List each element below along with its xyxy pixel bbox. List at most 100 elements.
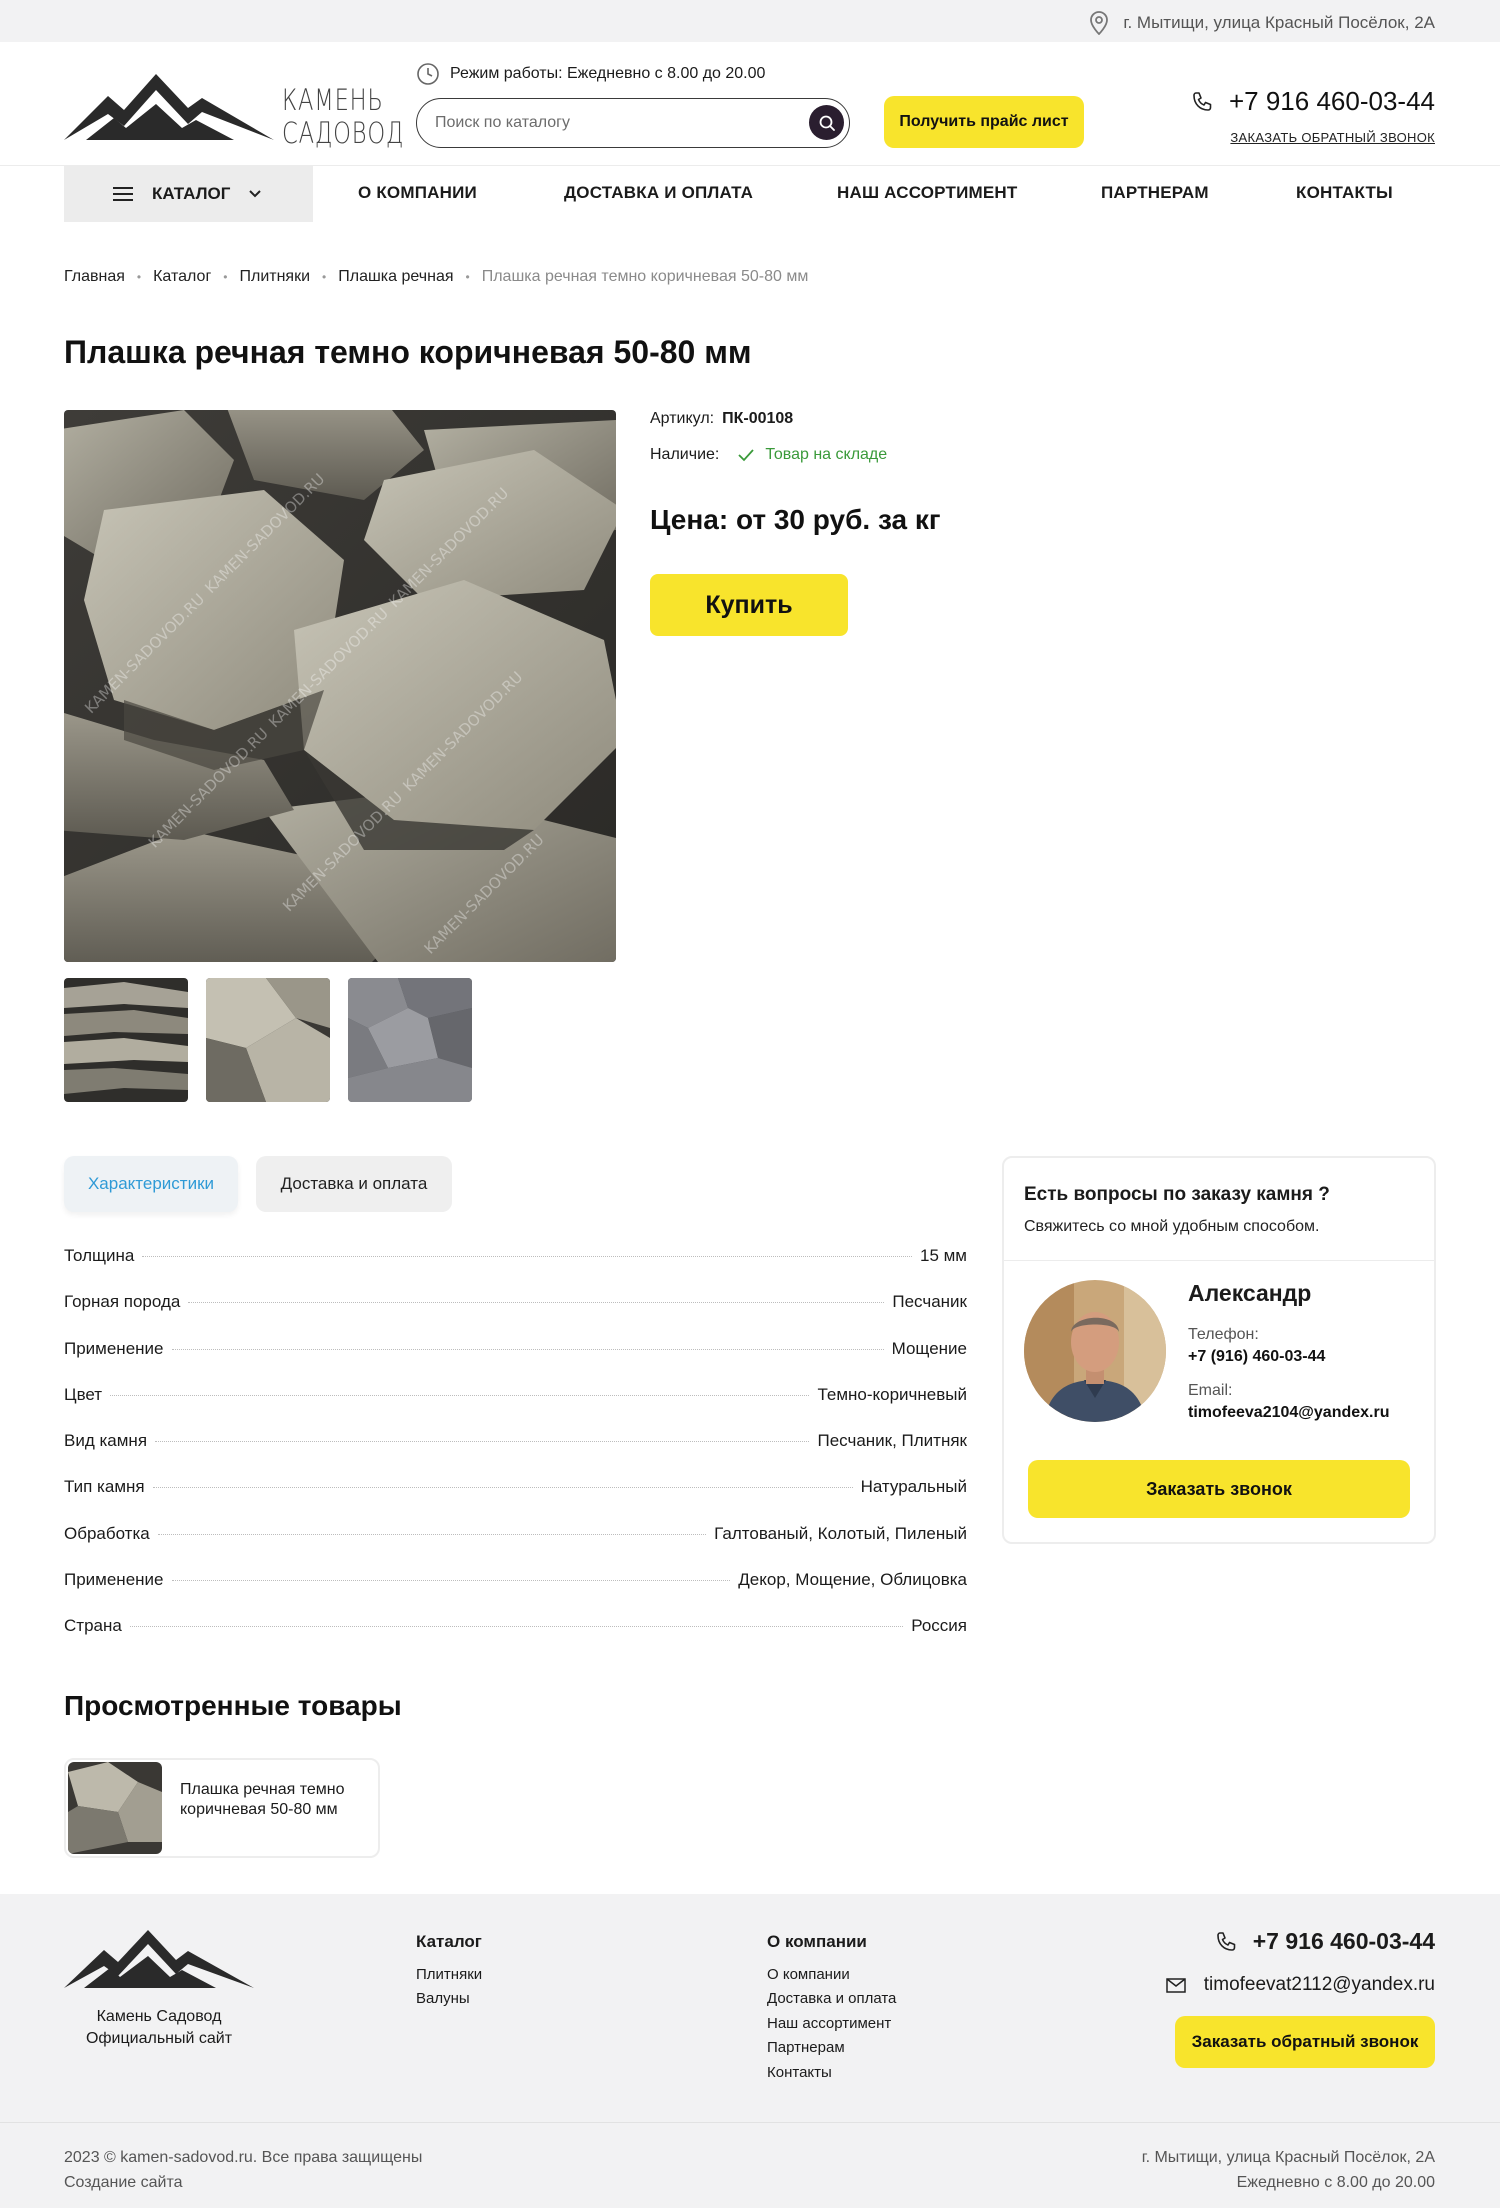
phone-icon xyxy=(1216,1931,1236,1951)
header-phone-number: +7 916 460-03-44 xyxy=(1228,86,1435,116)
search-icon xyxy=(819,115,835,131)
availability-status: Товар на складе xyxy=(737,446,887,464)
footer-address: г. Мытищи, улица Красный Посёлок, 2А xyxy=(1141,2149,1435,2166)
card-subtitle: Свяжитесь со мной удобным способом. xyxy=(1024,1218,1320,1235)
order-call-button[interactable]: Заказать звонок xyxy=(1028,1460,1410,1518)
spec-value: Галтованый, Колотый, Пиленый xyxy=(714,1523,967,1543)
footer-link-partners[interactable]: Партнерам xyxy=(767,2036,896,2061)
get-price-list-button[interactable]: Получить прайс лист xyxy=(884,96,1084,148)
chevron-down-icon xyxy=(249,190,262,198)
breadcrumb-subcategory[interactable]: Плашка речная xyxy=(338,268,453,286)
sku-row: Артикул: ПК-00108 xyxy=(650,410,887,428)
footer-link-contacts[interactable]: Контакты xyxy=(767,2061,896,2086)
footer-catalog-heading: Каталог xyxy=(416,1932,482,1951)
spec-name: Горная порода xyxy=(64,1292,181,1312)
phone-icon xyxy=(1193,91,1212,111)
logo[interactable]: КАМЕНЬ САДОВОД xyxy=(64,62,403,152)
spec-row: Применение Мощение xyxy=(64,1339,967,1385)
spec-value: Темно-коричневый xyxy=(817,1384,967,1404)
logo-line2: САДОВОД xyxy=(282,116,405,150)
viewed-product-image xyxy=(68,1762,162,1854)
buy-button[interactable]: Купить xyxy=(650,574,848,636)
viewed-product-card[interactable]: Плашка речная темно коричневая 50-80 мм xyxy=(64,1758,380,1858)
product-info: Артикул: ПК-00108 Наличие: Товар на скла… xyxy=(650,410,887,482)
spec-value: Песчаник, Плитняк xyxy=(817,1431,967,1451)
viewed-products-title: Просмотренные товары xyxy=(64,1690,402,1721)
product-thumbnail-2[interactable] xyxy=(206,978,330,1102)
footer-brand: Камень Садовод Официальный сайт xyxy=(64,2006,254,2050)
tab-delivery-payment[interactable]: Доставка и оплата xyxy=(256,1156,452,1212)
footer-hours: Ежедневно с 8.00 до 20.00 xyxy=(1236,2174,1435,2191)
footer-link-delivery[interactable]: Доставка и оплата xyxy=(767,1987,896,2012)
footer-callback-button[interactable]: Заказать обратный звонок xyxy=(1175,2016,1435,2068)
availability-label: Наличие: xyxy=(650,446,720,463)
avatar xyxy=(1024,1280,1166,1422)
tab-characteristics[interactable]: Характеристики xyxy=(64,1156,238,1212)
breadcrumb: Главная • Каталог • Плитняки • Плашка ре… xyxy=(64,268,808,286)
product-thumbnail-3[interactable] xyxy=(348,978,472,1102)
spec-dots xyxy=(152,1487,853,1489)
spec-dots xyxy=(110,1394,810,1396)
phone-label: Телефон: xyxy=(1188,1326,1259,1343)
breadcrumb-category[interactable]: Плитняки xyxy=(239,268,310,286)
site-creation-link[interactable]: Создание сайта xyxy=(64,2170,422,2195)
manager-contact-card: Есть вопросы по заказу камня ? Свяжитесь… xyxy=(1002,1156,1436,1544)
nav-item-partners[interactable]: ПАРТНЕРАМ xyxy=(1101,183,1209,203)
sku-value: ПК-00108 xyxy=(722,410,794,427)
spec-name: Обработка xyxy=(64,1523,150,1543)
spec-name: Вид камня xyxy=(64,1431,148,1451)
spec-row: Тип камня Натуральный xyxy=(64,1477,967,1523)
product-thumbnail-1[interactable] xyxy=(64,978,188,1102)
manager-phone[interactable]: +7 (916) 460-03-44 xyxy=(1188,1348,1325,1366)
header-phone[interactable]: +7 916 460-03-44 xyxy=(1191,86,1435,117)
spec-value: 15 мм xyxy=(919,1246,967,1265)
footer-brand-line2: Официальный сайт xyxy=(85,2030,233,2047)
bottom-bar: 2023 © kamen-sadovod.ru. Все права защищ… xyxy=(0,2122,1500,2208)
top-address-text: г. Мытищи, улица Красный Посёлок, 2А xyxy=(1123,13,1435,32)
top-bar: г. Мытищи, улица Красный Посёлок, 2А xyxy=(0,0,1500,42)
footer-phone[interactable]: +7 916 460-03-44 xyxy=(1215,1928,1435,1955)
hamburger-icon xyxy=(113,187,133,201)
viewed-product-name: Плашка речная темно коричневая 50-80 мм xyxy=(180,1781,345,1818)
spec-name: Применение xyxy=(64,1570,164,1590)
footer-link-valuny[interactable]: Валуны xyxy=(416,1987,482,2012)
footer-email-text: timofeevat2112@yandex.ru xyxy=(1203,1974,1435,1995)
mountains-logo-icon xyxy=(64,74,274,140)
breadcrumb-current: Плашка речная темно коричневая 50-80 мм xyxy=(481,268,809,285)
bottom-left: 2023 © kamen-sadovod.ru. Все права защищ… xyxy=(64,2145,422,2195)
nav-item-delivery[interactable]: ДОСТАВКА И ОПЛАТА xyxy=(564,183,753,203)
nav-item-contacts[interactable]: КОНТАКТЫ xyxy=(1296,183,1393,203)
breadcrumb-separator: • xyxy=(136,270,142,284)
nav-item-assortment[interactable]: НАШ АССОРТИМЕНТ xyxy=(837,183,1017,203)
email-label: Email: xyxy=(1188,1382,1233,1399)
working-hours: Режим работы: Ежедневно с 8.00 до 20.00 xyxy=(416,62,765,86)
spec-name: Страна xyxy=(64,1616,122,1636)
spec-row: Вид камня Песчаник, Плитняк xyxy=(64,1431,967,1477)
spec-row: Толщина 15 мм xyxy=(64,1246,967,1292)
breadcrumb-catalog[interactable]: Каталог xyxy=(153,268,211,286)
spec-value: Мощение xyxy=(891,1338,967,1358)
search-button[interactable] xyxy=(809,105,844,140)
breadcrumb-home[interactable]: Главная xyxy=(64,268,125,286)
footer-link-assortment[interactable]: Наш ассортимент xyxy=(767,2012,896,2037)
nav-item-about[interactable]: О КОМПАНИИ xyxy=(358,183,477,203)
location-pin-icon xyxy=(1090,11,1109,35)
footer-phone-number: +7 916 460-03-44 xyxy=(1252,1928,1435,1954)
spec-value: Натуральный xyxy=(860,1477,967,1497)
manager-email[interactable]: timofeeva2104@yandex.ru xyxy=(1188,1404,1389,1422)
search-input[interactable] xyxy=(435,111,795,135)
manager-name: Александр xyxy=(1188,1280,1312,1306)
spec-dots xyxy=(171,1348,884,1350)
spec-row: Горная порода Песчаник xyxy=(64,1292,967,1338)
logo-line1: КАМЕНЬ xyxy=(282,83,384,117)
footer: Камень Садовод Официальный сайт Каталог … xyxy=(0,1894,1500,2122)
footer-mountains-logo-icon[interactable] xyxy=(64,1924,254,1996)
availability-text: Товар на складе xyxy=(765,446,888,463)
footer-link-plitnyaki[interactable]: Плитняки xyxy=(416,1963,482,1988)
footer-link-about[interactable]: О компании xyxy=(767,1963,896,1988)
catalog-menu-button[interactable]: КАТАЛОГ xyxy=(64,166,313,222)
footer-email[interactable]: timofeevat2112@yandex.ru xyxy=(1166,1974,1435,1996)
footer-brand-line1: Камень Садовод xyxy=(96,2008,222,2025)
callback-link[interactable]: ЗАКАЗАТЬ ОБРАТНЫЙ ЗВОНОК xyxy=(1230,130,1435,145)
product-main-image[interactable]: KAMEN-SADOVOD.RU KAMEN-SADOVOD.RU KAMEN-… xyxy=(64,410,616,962)
